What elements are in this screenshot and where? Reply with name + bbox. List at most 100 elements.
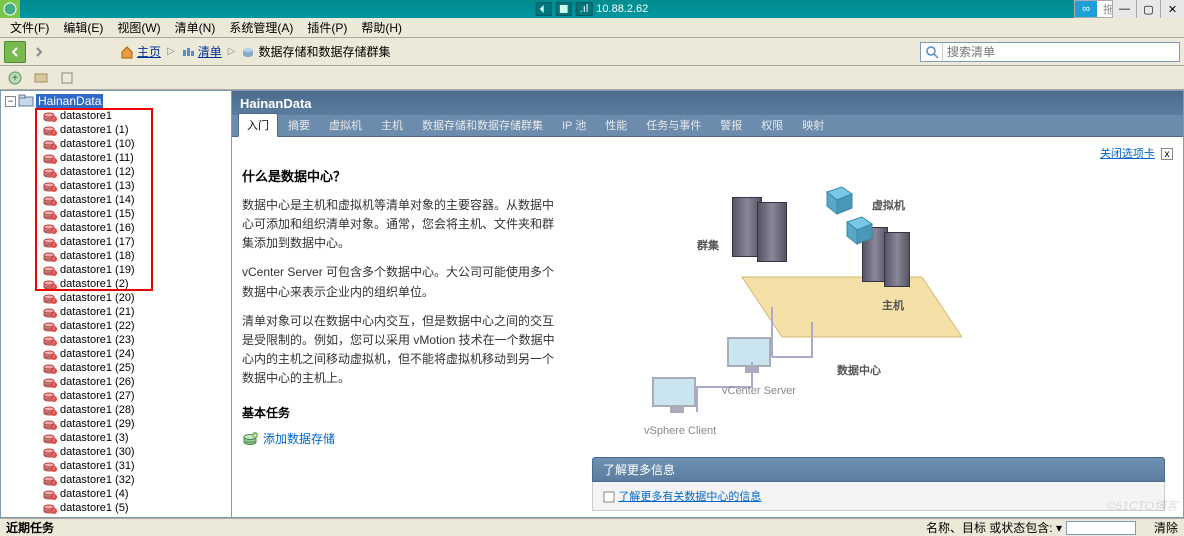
datastore-item[interactable]: !datastore1 (4): [43, 487, 231, 501]
menu-item-3[interactable]: 清单(N): [169, 18, 222, 37]
collapse-icon[interactable]: −: [5, 96, 16, 107]
datastore-label: datastore1 (23): [60, 334, 135, 346]
svg-text:!: !: [53, 131, 54, 136]
datastore-item[interactable]: !datastore1 (21): [43, 305, 231, 319]
svg-text:!: !: [53, 383, 54, 388]
svg-text:!: !: [53, 229, 54, 234]
datastore-item[interactable]: !datastore1 (28): [43, 403, 231, 417]
task-filter: 名称、目标 或状态包含: ▾ 清除: [926, 519, 1178, 536]
svg-text:!: !: [53, 411, 54, 416]
datastore-item[interactable]: !datastore1 (11): [43, 151, 231, 165]
datastore-icon: !: [43, 334, 57, 346]
datastore-item[interactable]: !datastore1: [43, 109, 231, 123]
search-box[interactable]: [920, 42, 1180, 62]
basic-tasks-heading: 基本任务: [242, 404, 562, 423]
app-title-bar: .ıl 10.88.2.62 — ▢ ✕: [0, 0, 1184, 18]
datastore-label: datastore1 (26): [60, 376, 135, 388]
tree-root-label: HainanData: [36, 94, 103, 108]
new-datacenter-button[interactable]: +: [4, 67, 26, 89]
datastore-item[interactable]: !datastore1 (3): [43, 431, 231, 445]
datastore-item[interactable]: !datastore1 (31): [43, 459, 231, 473]
breadcrumb-home[interactable]: 主页: [120, 43, 161, 60]
datastore-item[interactable]: ! datastore1 (30): [43, 445, 231, 459]
datastore-item[interactable]: !datastore1 (13): [43, 179, 231, 193]
datastore-item[interactable]: !datastore1 (27): [43, 389, 231, 403]
menu-item-4[interactable]: 系统管理(A): [223, 18, 299, 37]
datastore-item[interactable]: !datastore1 (23): [43, 333, 231, 347]
menu-item-0[interactable]: 文件(F): [4, 18, 55, 37]
tool-button-3[interactable]: [56, 67, 78, 89]
datastore-label: datastore1 (13): [60, 180, 135, 192]
search-icon[interactable]: [921, 43, 943, 61]
datastore-icon: !: [43, 404, 57, 416]
secondary-toolbar: +: [0, 66, 1184, 90]
watermark-text: ©51CTO博客: [1107, 497, 1178, 514]
datastore-item[interactable]: !datastore1 (5): [43, 501, 231, 515]
os-window-controls: — ▢ ✕: [1112, 0, 1184, 18]
menu-item-2[interactable]: 视图(W): [111, 18, 166, 37]
datastore-list: !datastore1!datastore1 (1)!datastore1 (1…: [43, 109, 231, 515]
detail-tab-4[interactable]: 数据存储和数据存储群集: [413, 113, 552, 136]
svg-text:!: !: [53, 453, 54, 458]
close-getting-started-link[interactable]: 关闭选项卡 x: [242, 145, 1173, 161]
datastore-item[interactable]: !datastore1 (29): [43, 417, 231, 431]
datastore-item[interactable]: !datastore1 (18): [43, 249, 231, 263]
datastore-item[interactable]: !datastore1 (15): [43, 207, 231, 221]
datastore-item[interactable]: !datastore1 (24): [43, 347, 231, 361]
filter-input[interactable]: [1066, 521, 1136, 535]
datastore-item[interactable]: !datastore1 (16): [43, 221, 231, 235]
breadcrumb-inventory[interactable]: 清单: [181, 43, 222, 60]
detail-tab-8[interactable]: 警报: [711, 113, 751, 136]
learn-more-link[interactable]: 了解更多有关数据中心的信息: [618, 491, 761, 503]
datastore-item[interactable]: !datastore1 (20): [43, 291, 231, 305]
datastore-icon: !: [43, 222, 57, 234]
close-icon[interactable]: x: [1161, 148, 1173, 160]
getting-started-content[interactable]: 关闭选项卡 x 什么是数据中心？ 数据中心是主机和虚拟机等清单对象的主要容器。从…: [232, 137, 1183, 517]
menu-item-6[interactable]: 帮助(H): [355, 18, 408, 37]
intro-paragraph-1: 数据中心是主机和虚拟机等清单对象的主要容器。从数据中心可添加和组织清单对象。通常…: [242, 196, 562, 254]
datastore-label: datastore1 (30): [60, 446, 135, 458]
detail-tab-1[interactable]: 摘要: [279, 113, 319, 136]
svg-text:!: !: [53, 285, 54, 290]
menu-item-1[interactable]: 编辑(E): [57, 18, 109, 37]
clear-filter-button[interactable]: 清除: [1154, 519, 1178, 536]
breadcrumb: 主页 ▷ 清单 ▷ 数据存储和数据存储群集: [120, 43, 390, 60]
datastore-label: datastore1 (1): [60, 124, 128, 136]
menu-item-5[interactable]: 插件(P): [301, 18, 353, 37]
detail-tab-5[interactable]: IP 池: [553, 113, 595, 136]
datastore-item[interactable]: ! datastore1 (1): [43, 123, 231, 137]
datastore-item[interactable]: !datastore1 (19): [43, 263, 231, 277]
datastore-item[interactable]: !datastore1 (17): [43, 235, 231, 249]
os-maximize-icon[interactable]: ▢: [1136, 0, 1160, 18]
datastore-item[interactable]: !datastore1 (25): [43, 361, 231, 375]
os-close-icon[interactable]: ✕: [1160, 0, 1184, 18]
datastore-label: datastore1 (12): [60, 166, 135, 178]
detail-tab-10[interactable]: 映射: [793, 113, 833, 136]
add-datastore-link[interactable]: + 添加数据存储: [242, 430, 562, 449]
datastore-item[interactable]: !datastore1 (14): [43, 193, 231, 207]
detail-tab-7[interactable]: 任务与事件: [637, 113, 710, 136]
tool-button-2[interactable]: [30, 67, 52, 89]
detail-tab-2[interactable]: 虚拟机: [320, 113, 371, 136]
datastore-item[interactable]: ! datastore1 (26): [43, 375, 231, 389]
datastore-item[interactable]: !datastore1 (2): [43, 277, 231, 291]
detail-tab-0[interactable]: 入门: [238, 113, 278, 137]
datastore-item[interactable]: !datastore1 (12): [43, 165, 231, 179]
search-input[interactable]: [943, 45, 1179, 59]
tree-root-item[interactable]: − HainanData: [5, 93, 231, 109]
detail-tab-6[interactable]: 性能: [596, 113, 636, 136]
datastore-icon: !: [43, 278, 57, 290]
datastore-icon: !: [43, 306, 57, 318]
datastore-icon: !: [43, 166, 57, 178]
svg-text:+: +: [12, 73, 18, 84]
datastore-item[interactable]: !datastore1 (10): [43, 137, 231, 151]
back-button[interactable]: [4, 41, 26, 63]
detail-tab-3[interactable]: 主机: [372, 113, 412, 136]
datastore-item[interactable]: !datastore1 (22): [43, 319, 231, 333]
os-minimize-icon[interactable]: —: [1112, 0, 1136, 18]
datastore-item[interactable]: !datastore1 (32): [43, 473, 231, 487]
detail-tab-9[interactable]: 权限: [752, 113, 792, 136]
forward-button[interactable]: [28, 41, 50, 63]
inventory-tree-scroll[interactable]: − HainanData !datastore1! datastore1 (1)!…: [1, 91, 231, 517]
svg-text:!: !: [53, 271, 54, 276]
